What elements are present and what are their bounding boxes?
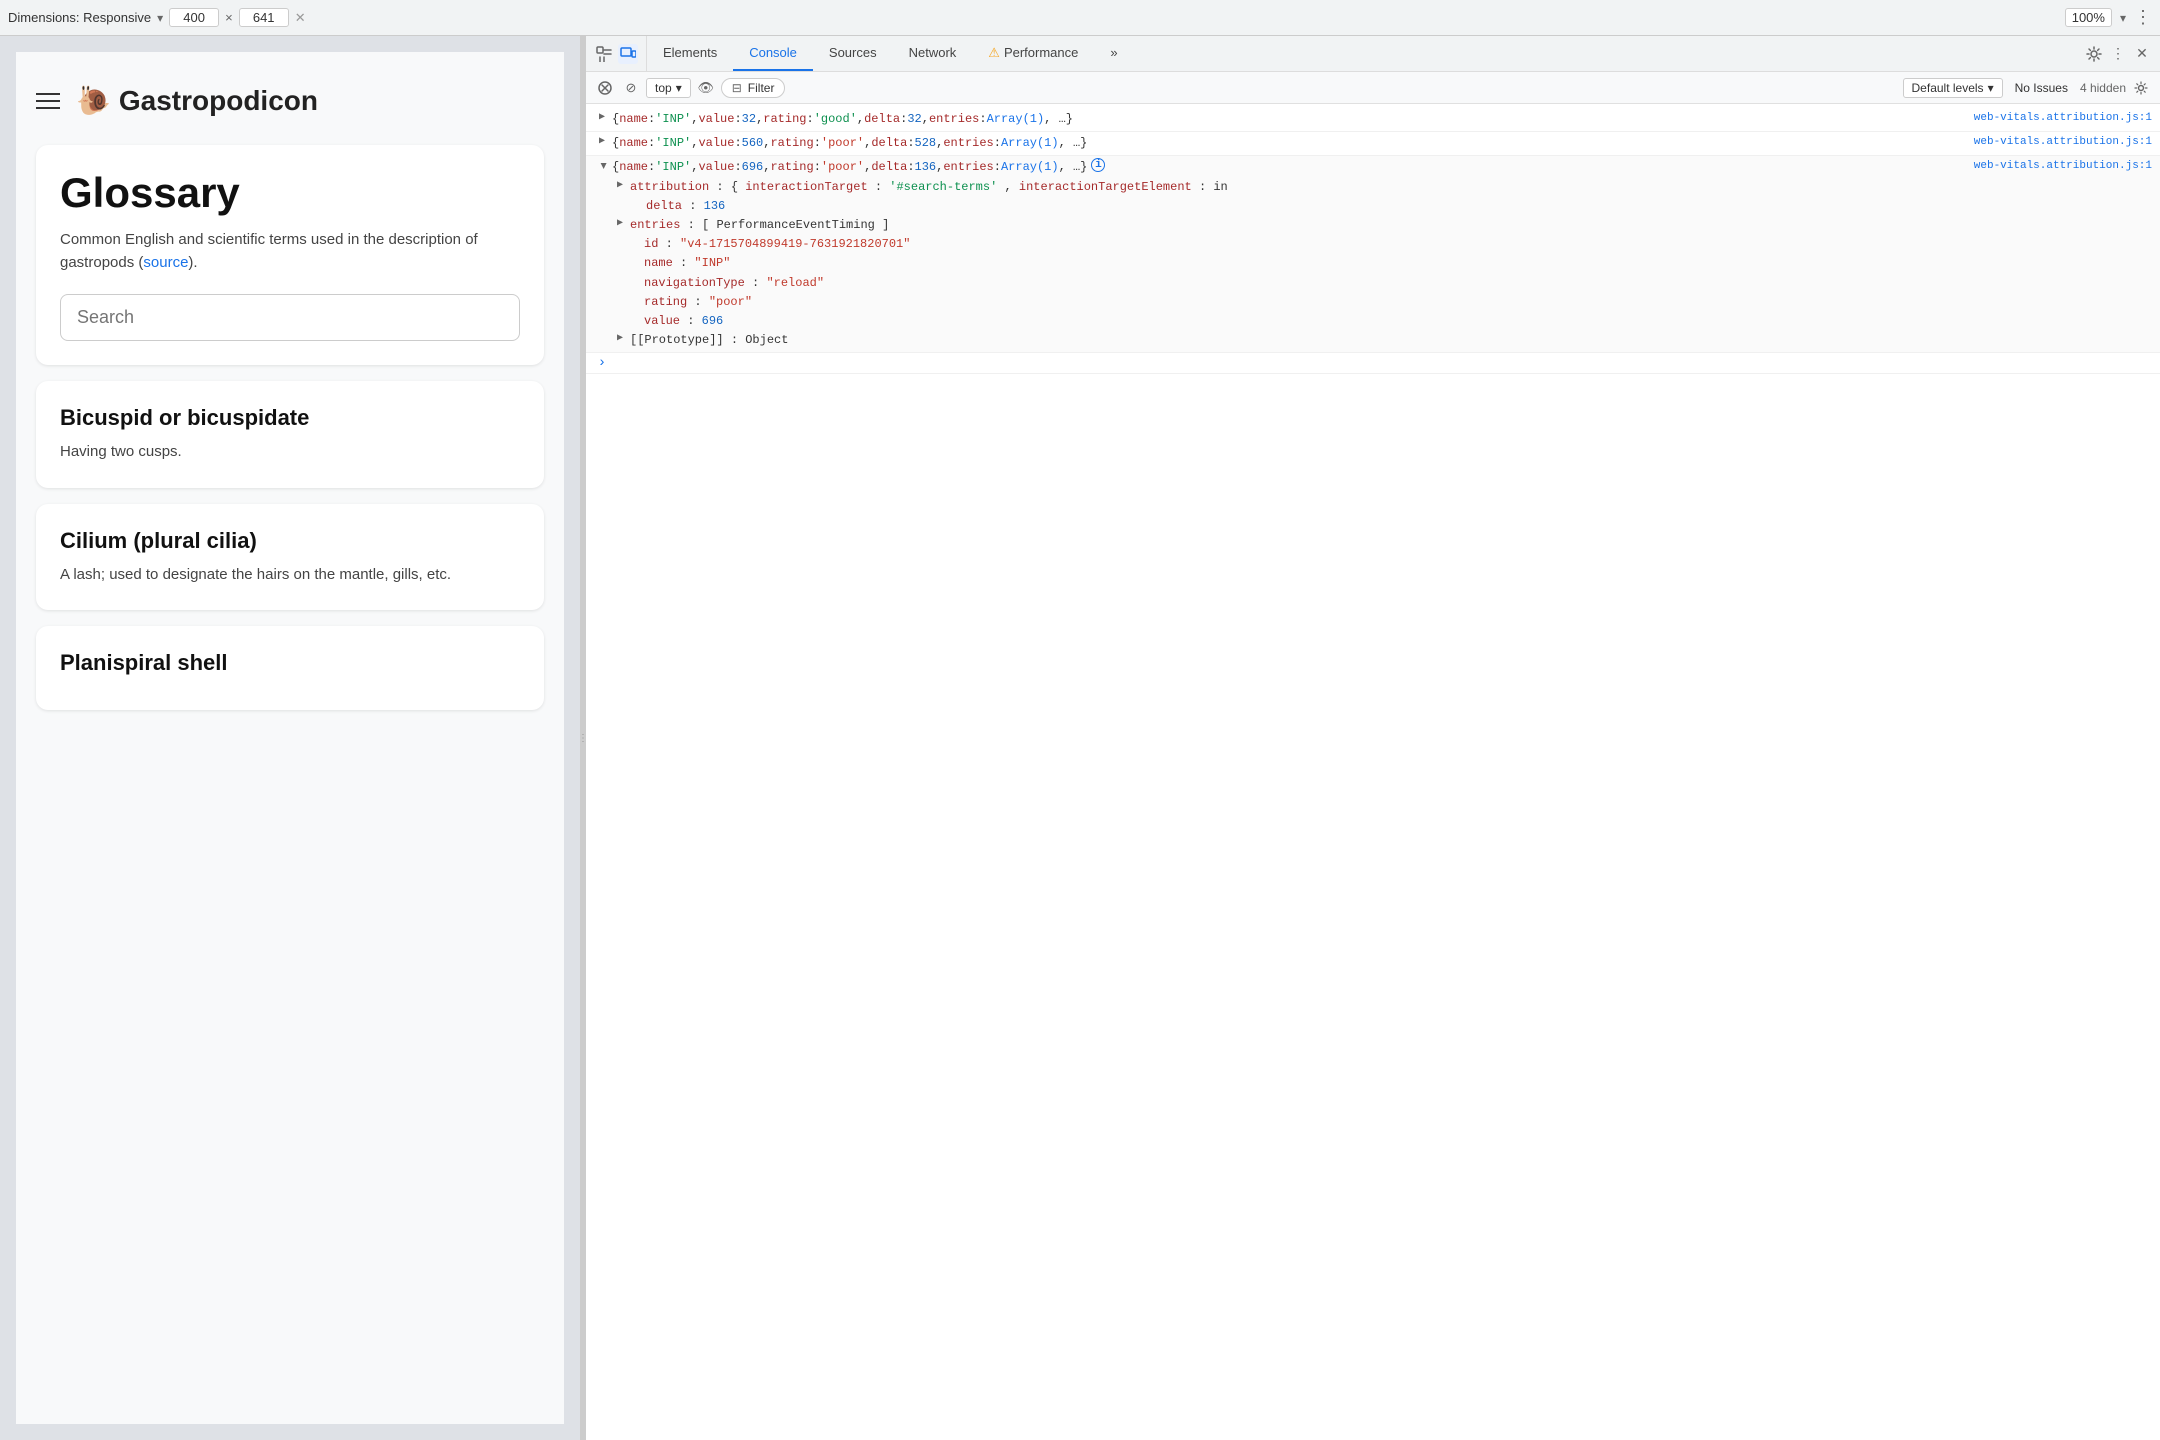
source-link-3[interactable]: web-vitals.attribution.js:1 [1974, 158, 2152, 176]
no-issues-badge: No Issues [2007, 79, 2076, 97]
more-options-icon[interactable]: ⋮ [2134, 7, 2152, 28]
clear-console-icon[interactable] [594, 77, 616, 99]
expand-arrow-1[interactable]: ▶ [594, 110, 610, 126]
console-line-1: { name : 'INP' , value : 32 , rating : '… [612, 110, 2152, 129]
console-content-2: { name : 'INP' , value : 560 , rating : … [612, 134, 2152, 153]
close-devtools-icon[interactable]: ✕ [2132, 44, 2152, 64]
site-name: Gastropodicon [119, 85, 318, 117]
console-output[interactable]: ▶ { name : 'INP' , value : 32 , rating : [586, 104, 2160, 1440]
eye-icon[interactable]: 👁 [695, 77, 717, 99]
devtools-header: Elements Console Sources Network ⚠ Perfo… [586, 36, 2160, 72]
prompt-arrow-icon: › [598, 352, 606, 374]
dimensions-label: Dimensions: Responsive [8, 10, 151, 25]
log-levels-dropdown[interactable]: Default levels ▾ [1903, 78, 2003, 98]
main-split: 🐌 Gastropodicon Glossary Common English … [0, 36, 2160, 1440]
tab-sources[interactable]: Sources [813, 36, 893, 71]
console-line-3: { name : 'INP' , value : 696 , rating : … [612, 158, 2152, 177]
console-row-1[interactable]: ▶ { name : 'INP' , value : 32 , rating : [586, 108, 2160, 132]
navigation-type-line: navigationType : "reload" [594, 274, 2152, 293]
toolbar-left: Dimensions: Responsive ▾ 400 × 641 ✕ [8, 8, 2057, 27]
tab-network[interactable]: Network [893, 36, 973, 71]
webpage-content: 🐌 Gastropodicon Glossary Common English … [16, 52, 564, 1424]
height-value[interactable]: 641 [239, 8, 289, 27]
term-title: Planispiral shell [60, 650, 520, 676]
source-link[interactable]: source [143, 254, 188, 271]
term-desc: Having two cusps. [60, 441, 520, 464]
glossary-title: Glossary [60, 169, 520, 217]
console-row-3-main: ▶ { name : 'INP' , value : 696 , [594, 158, 2152, 177]
glossary-description: Common English and scientific terms used… [60, 229, 520, 274]
source-link-2[interactable]: web-vitals.attribution.js:1 [1974, 134, 2152, 152]
info-icon[interactable]: i [1091, 158, 1105, 172]
id-line: id : "v4-1715704899419-7631921820701" [594, 235, 2152, 254]
inspect-element-icon[interactable] [594, 44, 614, 64]
tab-more[interactable]: » [1094, 36, 1133, 71]
expand-arrow-2[interactable]: ▶ [594, 134, 610, 150]
devtools-tabs: Elements Console Sources Network ⚠ Perfo… [647, 36, 2076, 71]
name-line: name : "INP" [594, 254, 2152, 273]
entries-line: ▶ entries : [ PerformanceEventTiming ] [594, 216, 2152, 235]
console-content-3: { name : 'INP' , value : 696 , rating : … [612, 158, 2152, 177]
term-title: Cilium (plural cilia) [60, 528, 520, 554]
value-line: value : 696 [594, 312, 2152, 331]
devtools-pane: Elements Console Sources Network ⚠ Perfo… [586, 36, 2160, 1440]
console-row-3[interactable]: ▶ { name : 'INP' , value : 696 , [586, 156, 2160, 353]
x-separator: × [225, 10, 233, 25]
term-title: Bicuspid or bicuspidate [60, 405, 520, 431]
top-toolbar: Dimensions: Responsive ▾ 400 × 641 ✕ 100… [0, 0, 2160, 36]
term-card-cilium: Cilium (plural cilia) A lash; used to de… [36, 504, 544, 611]
term-card-bicuspid: Bicuspid or bicuspidate Having two cusps… [36, 381, 544, 488]
context-dropdown[interactable]: top ▾ [646, 78, 691, 98]
tab-console[interactable]: Console [733, 36, 813, 71]
attribution-line: ▶ attribution : { interactionTarget : '#… [594, 178, 2152, 197]
more-devtools-icon[interactable]: ⋮ [2108, 44, 2128, 64]
prototype-line: ▶ [[Prototype]] : Object [594, 331, 2152, 350]
responsive-mode-icon[interactable] [618, 44, 638, 64]
glossary-card: Glossary Common English and scientific t… [36, 145, 544, 365]
levels-arrow: ▾ [1988, 81, 1994, 95]
source-link-1[interactable]: web-vitals.attribution.js:1 [1974, 110, 2152, 128]
term-card-planispiral: Planispiral shell [36, 626, 544, 710]
expand-arrow-attribution[interactable]: ▶ [612, 178, 628, 194]
site-header: 🐌 Gastropodicon [36, 72, 544, 129]
stop-recording-icon[interactable]: ⊘ [620, 77, 642, 99]
dropdown-arrow: ▾ [157, 11, 163, 25]
expand-arrow-entries[interactable]: ▶ [612, 216, 628, 232]
webpage-pane: 🐌 Gastropodicon Glossary Common English … [0, 36, 580, 1440]
devtools-action-icons: ⋮ ✕ [2076, 44, 2160, 64]
console-content-1: { name : 'INP' , value : 32 , rating : '… [612, 110, 2152, 129]
prompt-indicator: › [594, 355, 610, 371]
devtools-secondary-toolbar: ⊘ top ▾ 👁 ⊟ Filter Default levels ▾ No I… [586, 72, 2160, 104]
console-line-2: { name : 'INP' , value : 560 , rating : … [612, 134, 2152, 153]
dropdown-chevron-icon: ▾ [676, 81, 682, 95]
delta-line: delta : 136 [594, 197, 2152, 216]
zoom-arrow: ▾ [2120, 11, 2126, 25]
console-settings-icon[interactable] [2130, 77, 2152, 99]
search-input[interactable] [60, 294, 520, 341]
performance-warning-icon: ⚠ [988, 45, 1000, 61]
term-desc: A lash; used to designate the hairs on t… [60, 564, 520, 587]
settings-icon[interactable] [2084, 44, 2104, 64]
expand-arrow-3[interactable]: ▶ [594, 158, 610, 174]
filter-icon: ⊟ [732, 81, 742, 95]
console-prompt-row: › [586, 353, 2160, 374]
devtools-panel-icons [586, 36, 647, 71]
site-logo: 🐌 Gastropodicon [76, 84, 318, 117]
hamburger-menu-icon[interactable] [36, 93, 60, 109]
filter-button[interactable]: ⊟ Filter [721, 78, 786, 98]
zoom-value[interactable]: 100% [2065, 8, 2112, 27]
expand-arrow-prototype[interactable]: ▶ [612, 331, 628, 347]
hidden-count-badge: 4 hidden [2080, 81, 2126, 95]
console-row-2[interactable]: ▶ { name : 'INP' , value : 560 , rating … [586, 132, 2160, 156]
rating-line: rating : "poor" [594, 293, 2152, 312]
snail-icon: 🐌 [76, 84, 111, 117]
tab-performance[interactable]: ⚠ Performance [972, 36, 1094, 71]
width-value[interactable]: 400 [169, 8, 219, 27]
tab-elements[interactable]: Elements [647, 36, 733, 71]
close-icon: ✕ [295, 10, 306, 26]
